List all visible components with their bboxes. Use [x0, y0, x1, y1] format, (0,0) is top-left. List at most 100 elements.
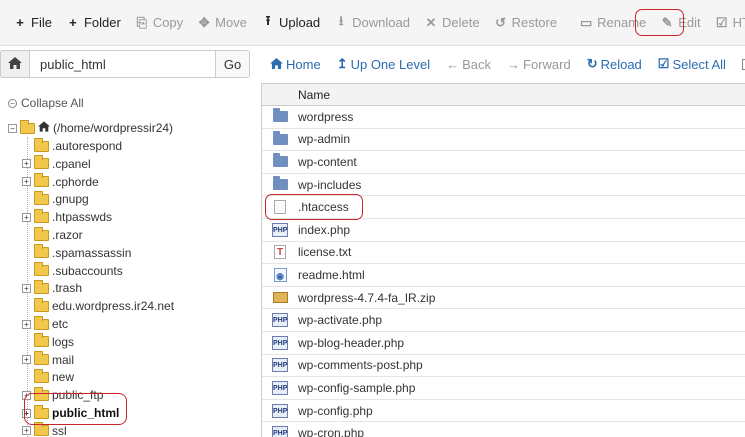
plus-icon: + — [69, 15, 77, 30]
file-row[interactable]: wordpress — [262, 106, 745, 129]
rename-button[interactable]: ▭ Rename — [572, 8, 653, 38]
file-row[interactable]: wp-admin — [262, 129, 745, 152]
file-row[interactable]: .htaccess — [262, 196, 745, 219]
tree-item[interactable]: + .cphorde — [22, 173, 99, 191]
folder-icon — [34, 386, 49, 401]
copy-icon: ⎘ — [136, 14, 148, 30]
tree-item-label: .spamassassin — [52, 245, 132, 260]
move-icon: ✥ — [198, 14, 210, 30]
expand-toggle-icon[interactable]: + — [22, 177, 31, 187]
tree-item[interactable]: + ssl — [22, 422, 67, 437]
forward-button[interactable]: → Forward — [499, 57, 579, 72]
file-icon-cell: PHP — [262, 403, 298, 418]
file-row[interactable]: wp-includes — [262, 174, 745, 197]
tree-item[interactable]: new — [22, 368, 74, 386]
folder-icon — [34, 404, 49, 419]
collapse-all-button[interactable]: − Collapse All — [8, 96, 84, 110]
tree-item[interactable]: + .trash — [22, 279, 82, 297]
folder-icon — [272, 176, 288, 191]
file-row[interactable]: PHP wp-config.php — [262, 400, 745, 423]
tree-item[interactable]: + mail — [22, 351, 74, 369]
file-row[interactable]: PHP index.php — [262, 219, 745, 242]
tree-item[interactable]: + .htpasswds — [22, 208, 112, 226]
file-icon-cell — [262, 108, 298, 123]
folder-icon — [34, 297, 49, 312]
file-row[interactable]: wp-content — [262, 151, 745, 174]
file-row[interactable]: PHP wp-blog-header.php — [262, 332, 745, 355]
tree-item-label: .gnupg — [52, 192, 89, 207]
expand-toggle-icon[interactable]: + — [22, 319, 31, 329]
html-editor-icon: ☑ — [715, 14, 728, 30]
tree-item[interactable]: + public_ftp — [22, 386, 103, 404]
file-row[interactable]: PHP wp-comments-post.php — [262, 355, 745, 378]
expand-toggle-icon[interactable]: + — [22, 408, 31, 418]
file-name: wp-cron.php — [298, 426, 365, 437]
tree-item[interactable]: logs — [22, 333, 74, 351]
go-button[interactable]: Go — [216, 50, 250, 78]
select-all-button[interactable]: ☑ Select All — [650, 56, 734, 72]
unselect-all-button[interactable]: U — [734, 57, 745, 72]
tree-item[interactable]: + etc — [22, 315, 68, 333]
pencil-icon: ✎ — [661, 14, 673, 30]
file-icon-cell: PHP — [262, 380, 298, 395]
file-row[interactable]: PHP wp-cron.php — [262, 422, 745, 437]
expand-toggle-icon[interactable]: + — [22, 390, 31, 400]
expand-toggle-icon[interactable]: + — [22, 355, 31, 365]
rename-icon: ▭ — [579, 14, 593, 30]
expand-toggle-icon[interactable]: + — [22, 283, 31, 293]
collapse-toggle-icon[interactable]: − — [8, 123, 17, 133]
path-input[interactable] — [30, 50, 216, 78]
upload-button[interactable]: ⭱ Upload — [254, 8, 327, 38]
reload-button[interactable]: ↻ Reload — [579, 56, 650, 72]
tree-item[interactable]: + .cpanel — [22, 155, 91, 173]
expand-toggle-icon[interactable]: + — [22, 426, 31, 436]
up-one-level-button[interactable]: ↥ Up One Level — [329, 56, 438, 72]
path-bar: Go — [0, 50, 258, 78]
move-button[interactable]: ✥ Move — [190, 8, 254, 38]
folder-icon — [34, 351, 49, 366]
checkbox-checked-icon: ☑ — [657, 56, 670, 71]
edit-button[interactable]: ✎ Edit — [653, 8, 707, 38]
toolbar: + File + Folder ⎘ Copy ✥ Move ⭱ Upload ⭳ Downl… — [0, 0, 745, 46]
expand-toggle-icon[interactable]: + — [22, 159, 31, 169]
html-editor-button[interactable]: ☑HTML — [708, 8, 745, 38]
file-name: wp-config-sample.php — [298, 380, 416, 395]
file-name: wp-config.php — [298, 403, 373, 418]
plus-icon: + — [16, 15, 24, 30]
file-row[interactable]: Tlicense.txt — [262, 242, 745, 265]
file-row[interactable]: ◉ readme.html — [262, 264, 745, 287]
back-button[interactable]: ← Back — [438, 57, 499, 72]
home-button[interactable]: Home — [262, 57, 329, 72]
file-row[interactable]: PHP wp-activate.php — [262, 309, 745, 332]
restore-button[interactable]: ↺ Restore — [487, 8, 565, 38]
tree-item[interactable]: .spamassassin — [22, 244, 131, 262]
tree-item[interactable]: .autorespond — [22, 137, 122, 155]
download-button[interactable]: ⭳ Download — [327, 8, 417, 38]
php-file-icon: PHP — [272, 222, 288, 237]
folder-icon — [272, 153, 288, 168]
column-header-name[interactable]: Name — [262, 84, 745, 106]
new-folder-button[interactable]: + Folder — [59, 8, 128, 38]
copy-button[interactable]: ⎘ Copy — [128, 8, 190, 38]
file-name: wp-activate.php — [298, 313, 383, 328]
path-home-button[interactable] — [0, 50, 30, 78]
file-row[interactable]: wordpress-4.7.4-fa_IR.zip — [262, 287, 745, 310]
arrow-right-icon: → — [507, 56, 520, 72]
new-file-button[interactable]: + File — [6, 8, 59, 38]
tree-item[interactable]: .subaccounts — [22, 262, 123, 280]
tree-item[interactable]: .gnupg — [22, 190, 89, 208]
file-name: license.txt — [298, 245, 352, 260]
delete-button[interactable]: ✕ Delete — [417, 8, 487, 38]
tree-item[interactable]: .razor — [22, 226, 83, 244]
tree-item-label: .htpasswds — [52, 210, 113, 225]
tree-item-label: .razor — [52, 228, 83, 242]
tree-root[interactable]: − (/home/wordpressir24) — [8, 119, 173, 137]
file-row[interactable]: PHP wp-config-sample.php — [262, 377, 745, 400]
expand-toggle-icon[interactable]: + — [22, 212, 31, 222]
folder-icon — [34, 208, 49, 223]
tree-item[interactable]: edu.wordpress.ir24.net — [22, 297, 174, 315]
home-icon — [270, 57, 283, 72]
folder-icon — [34, 422, 49, 437]
tree-item-label: ssl — [52, 423, 67, 437]
tree-item[interactable]: + public_html — [22, 404, 119, 422]
